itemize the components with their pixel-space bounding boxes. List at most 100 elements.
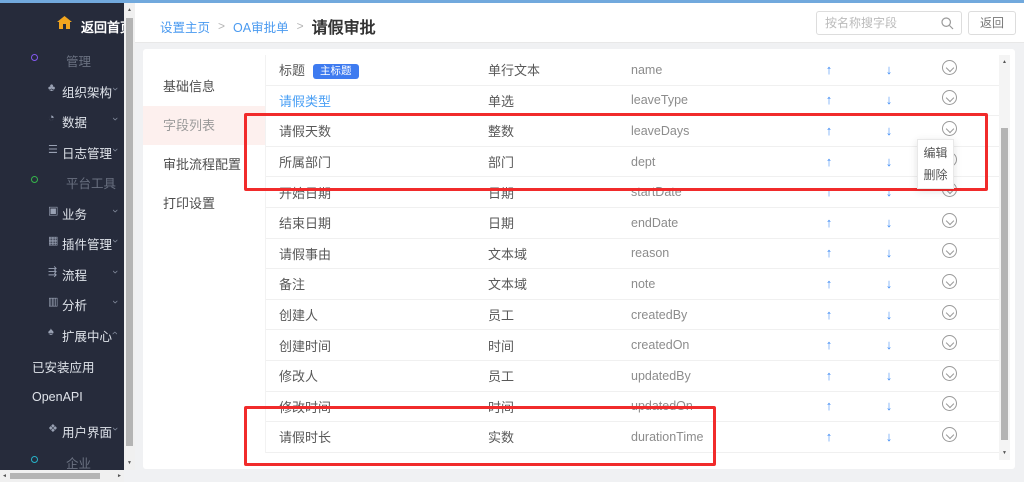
search-input[interactable] [825, 12, 940, 34]
circle-chevron-down-icon[interactable] [942, 213, 957, 228]
field-type-label: 时间 [488, 336, 631, 355]
ring-icon [31, 54, 38, 61]
scroll-up-arrow-icon[interactable]: ▲ [999, 57, 1010, 67]
scroll-down-arrow-icon[interactable]: ▼ [999, 448, 1010, 458]
sidebar-item[interactable]: ☰日志管理› [0, 135, 124, 166]
field-name-link[interactable]: 修改时间 [266, 397, 488, 416]
move-down-icon[interactable]: ↓ [886, 429, 893, 444]
analysis-icon: ▥ [48, 295, 58, 308]
move-up-icon[interactable]: ↑ [826, 154, 833, 169]
field-name-link[interactable]: 请假事由 [266, 244, 488, 263]
search-icon[interactable] [941, 17, 954, 35]
sidebar-item[interactable]: ▥分析› [0, 287, 124, 318]
scrollbar-thumb[interactable] [126, 18, 133, 446]
sidebar-item[interactable]: ♠扩展中心› [0, 318, 124, 349]
sidebar-item-label: 扩展中心 [62, 326, 112, 345]
sidebar-item[interactable]: 管理 [0, 43, 124, 74]
tab-item[interactable]: 打印设置 [143, 184, 265, 223]
field-key-label: durationTime [631, 430, 799, 444]
sidebar-item[interactable]: ▦插件管理› [0, 226, 124, 257]
field-name-link[interactable]: 请假时长 [266, 427, 488, 446]
tab-item[interactable]: 字段列表 [143, 106, 265, 145]
field-name-link[interactable]: 请假类型 [266, 91, 488, 110]
circle-chevron-down-icon[interactable] [942, 366, 957, 381]
sidebar-vertical-scrollbar[interactable]: ▲ ▼ [124, 3, 135, 470]
move-down-icon[interactable]: ↓ [886, 337, 893, 352]
sidebar-item[interactable]: 已安装应用 [0, 348, 124, 381]
move-up-icon[interactable]: ↑ [826, 337, 833, 352]
circle-chevron-down-icon[interactable] [942, 60, 957, 75]
field-type-label: 文本域 [488, 244, 631, 263]
back-button[interactable]: 返回 [968, 11, 1016, 35]
circle-chevron-down-icon[interactable] [942, 274, 957, 289]
move-up-icon[interactable]: ↑ [826, 123, 833, 138]
field-name-link[interactable]: 所属部门 [266, 152, 488, 171]
field-name-link[interactable]: 请假天数 [266, 121, 488, 140]
breadcrumb-oa-forms[interactable]: OA审批单 [233, 17, 289, 36]
sidebar-item[interactable]: ❖用户界面› [0, 414, 124, 445]
field-name-link[interactable]: 标题主标题 [266, 60, 488, 79]
move-up-icon[interactable]: ↑ [826, 429, 833, 444]
field-name-link[interactable]: 开始日期 [266, 183, 488, 202]
scroll-left-arrow-icon[interactable]: ◄ [2, 470, 7, 482]
scrollbar-thumb[interactable] [10, 473, 100, 479]
circle-chevron-down-icon[interactable] [942, 427, 957, 442]
circle-chevron-down-icon[interactable] [942, 396, 957, 411]
scrollbar-thumb[interactable] [1001, 128, 1008, 440]
move-up-icon[interactable]: ↑ [826, 92, 833, 107]
move-down-icon[interactable]: ↓ [886, 154, 893, 169]
field-search-box [816, 11, 962, 35]
move-up-icon[interactable]: ↑ [826, 184, 833, 199]
field-name-link[interactable]: 结束日期 [266, 213, 488, 232]
sidebar-horizontal-scrollbar[interactable]: ◄ ► [0, 470, 124, 482]
circle-chevron-down-icon[interactable] [942, 121, 957, 136]
sidebar-item-back-home[interactable]: 返回首页 [0, 3, 124, 43]
sidebar-item[interactable]: ♣组织架构› [0, 74, 124, 105]
move-up-icon[interactable]: ↑ [826, 398, 833, 413]
field-name-link[interactable]: 备注 [266, 274, 488, 293]
move-up-icon[interactable]: ↑ [826, 245, 833, 260]
clock-icon: ◔ [48, 112, 55, 124]
move-down-icon[interactable]: ↓ [886, 276, 893, 291]
move-up-icon[interactable]: ↑ [826, 215, 833, 230]
move-down-icon[interactable]: ↓ [886, 398, 893, 413]
context-menu-item[interactable]: 删除 [918, 164, 953, 186]
move-down-icon[interactable]: ↓ [886, 245, 893, 260]
field-row: 结束日期日期endDate↑↓ [266, 208, 999, 239]
field-row: 备注文本域note↑↓ [266, 269, 999, 300]
row-context-menu: 编辑删除 [917, 139, 954, 189]
field-name-link[interactable]: 创建时间 [266, 336, 488, 355]
circle-chevron-down-icon[interactable] [942, 90, 957, 105]
field-name-link[interactable]: 创建人 [266, 305, 488, 324]
move-up-icon[interactable]: ↑ [826, 368, 833, 383]
move-down-icon[interactable]: ↓ [886, 62, 893, 77]
move-down-icon[interactable]: ↓ [886, 92, 893, 107]
move-up-icon[interactable]: ↑ [826, 307, 833, 322]
sidebar-item[interactable]: ▣业务› [0, 196, 124, 227]
tab-item[interactable]: 基础信息 [143, 67, 265, 106]
breadcrumb-settings-home[interactable]: 设置主页 [160, 17, 210, 36]
move-down-icon[interactable]: ↓ [886, 307, 893, 322]
scroll-right-arrow-icon[interactable]: ► [117, 470, 122, 482]
sidebar-item[interactable]: 企业 [0, 445, 124, 471]
page-title: 请假审批 [312, 14, 376, 38]
sidebar-item[interactable]: OpenAPI [0, 381, 124, 414]
scroll-down-arrow-icon[interactable]: ▼ [124, 458, 135, 468]
sidebar-item[interactable]: 平台工具 [0, 165, 124, 196]
sidebar-item[interactable]: ◔数据› [0, 104, 124, 135]
move-down-icon[interactable]: ↓ [886, 368, 893, 383]
tab-item[interactable]: 审批流程配置 [143, 145, 265, 184]
circle-chevron-down-icon[interactable] [942, 335, 957, 350]
circle-chevron-down-icon[interactable] [942, 305, 957, 320]
circle-chevron-down-icon[interactable] [942, 243, 957, 258]
field-name-link[interactable]: 修改人 [266, 366, 488, 385]
move-up-icon[interactable]: ↑ [826, 276, 833, 291]
move-down-icon[interactable]: ↓ [886, 215, 893, 230]
sidebar-item[interactable]: ⇶流程› [0, 257, 124, 288]
context-menu-item[interactable]: 编辑 [918, 142, 953, 164]
table-vertical-scrollbar[interactable]: ▲ ▼ [999, 55, 1010, 460]
scroll-up-arrow-icon[interactable]: ▲ [124, 5, 135, 15]
move-down-icon[interactable]: ↓ [886, 123, 893, 138]
move-down-icon[interactable]: ↓ [886, 184, 893, 199]
move-up-icon[interactable]: ↑ [826, 62, 833, 77]
